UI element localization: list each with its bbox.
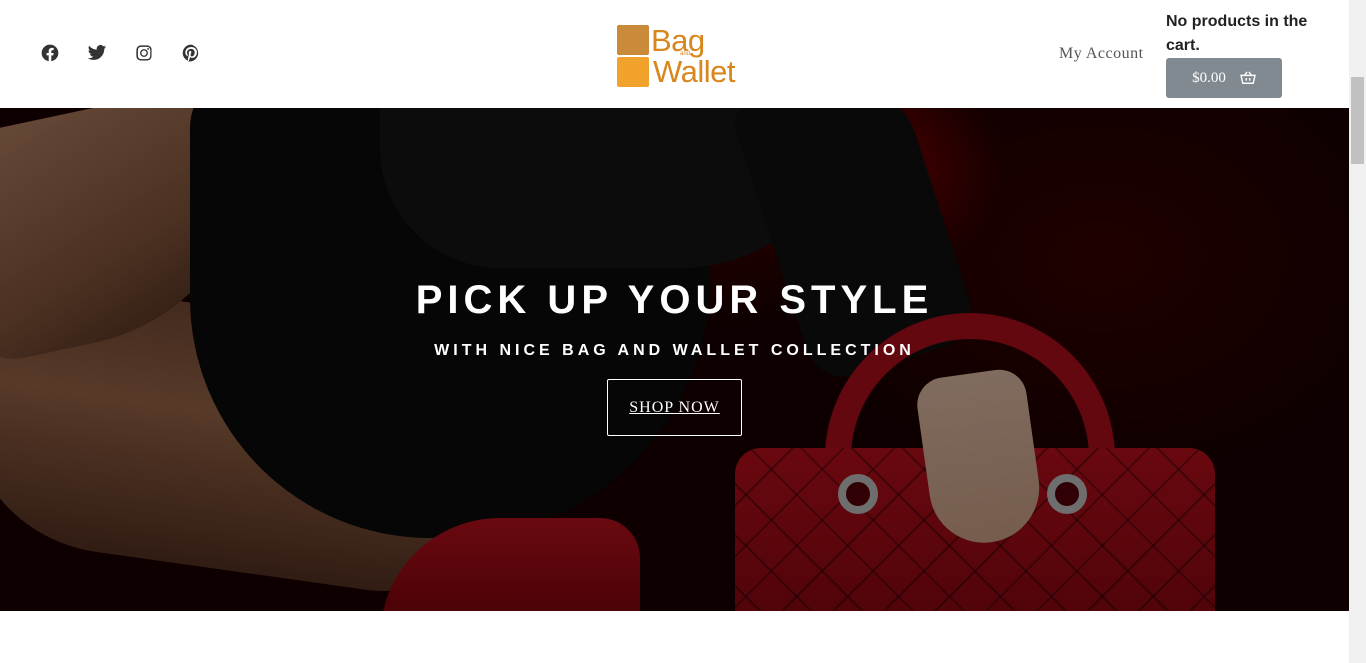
facebook-icon <box>41 44 59 62</box>
logo-bag-icon <box>617 57 649 87</box>
hero-banner: PICK UP YOUR STYLE WITH NICE BAG AND WAL… <box>0 108 1349 611</box>
instagram-link[interactable] <box>134 43 154 63</box>
cart-message: No products in the cart. <box>1166 13 1308 54</box>
facebook-link[interactable] <box>40 43 60 63</box>
pinterest-link[interactable] <box>181 43 201 63</box>
cart-button[interactable]: $0.00 <box>1166 58 1282 98</box>
logo-line-2: Wallet <box>653 54 735 89</box>
site-logo[interactable]: Bag and Wallet <box>616 24 741 88</box>
page: Bag and Wallet My Account No products in… <box>0 0 1349 663</box>
site-header: Bag and Wallet My Account No products in… <box>0 0 1349 108</box>
instagram-icon <box>136 45 152 61</box>
logo-line-1: Bag <box>651 23 705 58</box>
social-links <box>40 43 201 63</box>
hero-title: PICK UP YOUR STYLE <box>415 278 934 322</box>
logo-wallet-icon <box>617 25 649 55</box>
cart-total: $0.00 <box>1192 69 1226 86</box>
pinterest-icon <box>182 44 199 62</box>
basket-icon <box>1240 71 1256 84</box>
scrollbar-thumb[interactable] <box>1351 77 1364 164</box>
shop-now-button[interactable]: SHOP NOW <box>607 379 742 436</box>
hero-subtitle: WITH NICE BAG AND WALLET COLLECTION <box>434 342 915 359</box>
my-account-link[interactable]: My Account <box>1059 45 1144 63</box>
twitter-link[interactable] <box>87 43 107 63</box>
twitter-icon <box>87 45 107 60</box>
